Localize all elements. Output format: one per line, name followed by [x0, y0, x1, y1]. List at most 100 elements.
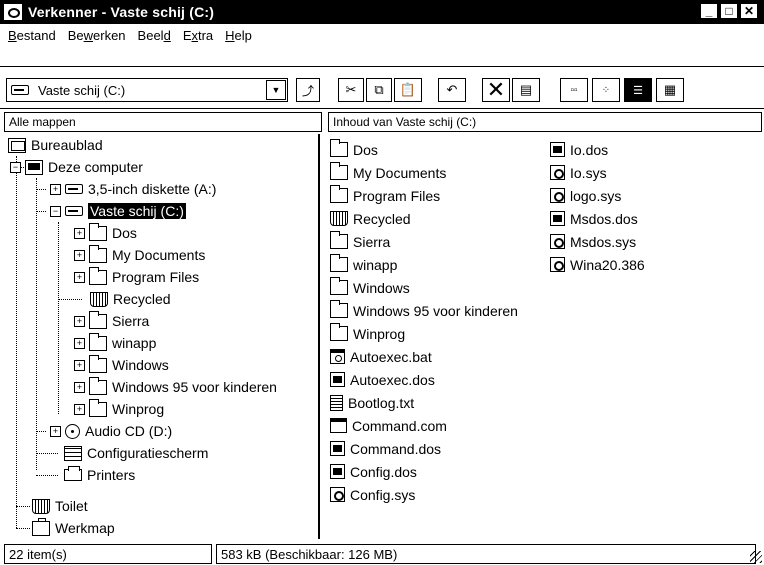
- menu-beeld[interactable]: Beeld: [138, 28, 171, 43]
- tree-item-dos[interactable]: + Dos: [74, 222, 137, 244]
- expand-icon[interactable]: +: [50, 425, 61, 437]
- file-item[interactable]: Wina20.386: [550, 253, 645, 276]
- up-one-level-button[interactable]: ⤴: [296, 78, 320, 102]
- expand-icon[interactable]: +: [74, 315, 85, 327]
- expand-icon[interactable]: +: [74, 337, 85, 349]
- file-label: Windows: [353, 279, 410, 296]
- system-file-icon: [550, 257, 565, 272]
- small-icons-button[interactable]: ⁘: [592, 78, 620, 102]
- file-item[interactable]: Autoexec.dos: [330, 368, 435, 391]
- file-item[interactable]: logo.sys: [550, 184, 621, 207]
- folder-icon: [89, 354, 107, 373]
- file-item[interactable]: Io.sys: [550, 161, 607, 184]
- menu-extra[interactable]: Extra: [183, 28, 213, 43]
- expand-icon[interactable]: +: [74, 271, 85, 283]
- resize-grip-icon[interactable]: [750, 551, 762, 563]
- tree-item-label: Audio CD (D:): [85, 423, 173, 439]
- tree-item-deze-computer[interactable]: − Deze computer: [10, 156, 143, 178]
- minimize-button[interactable]: _: [700, 3, 718, 19]
- properties-button[interactable]: ▤: [512, 78, 540, 102]
- file-item[interactable]: Winprog: [330, 322, 405, 345]
- tree-item-configuratiescherm[interactable]: Configuratiescherm: [64, 442, 208, 464]
- file-label: Io.sys: [570, 164, 607, 181]
- expand-icon[interactable]: +: [74, 403, 85, 415]
- file-item[interactable]: Bootlog.txt: [330, 391, 414, 414]
- tree-item-audio-cd-d[interactable]: + Audio CD (D:): [50, 420, 172, 442]
- tree-item-my-documents[interactable]: + My Documents: [74, 244, 205, 266]
- file-item[interactable]: winapp: [330, 253, 397, 276]
- large-icons-button[interactable]: ▫▫: [560, 78, 588, 102]
- file-item[interactable]: My Documents: [330, 161, 446, 184]
- close-button[interactable]: ✕: [740, 3, 758, 19]
- delete-button[interactable]: ✕: [482, 77, 510, 102]
- file-item[interactable]: Command.com: [330, 414, 447, 437]
- file-item[interactable]: Command.dos: [330, 437, 441, 460]
- file-item[interactable]: Config.dos: [330, 460, 417, 483]
- tree-item-winapp[interactable]: + winapp: [74, 332, 156, 354]
- list-view-button[interactable]: ☰: [624, 78, 652, 102]
- tree-item-winprog[interactable]: + Winprog: [74, 398, 164, 420]
- file-label: Autoexec.bat: [350, 348, 432, 365]
- folder-icon: [89, 310, 107, 329]
- file-item[interactable]: Msdos.dos: [550, 207, 638, 230]
- file-item[interactable]: Sierra: [330, 230, 390, 253]
- folder-icon: [330, 323, 348, 341]
- desktop-icon: [8, 137, 26, 153]
- collapse-icon[interactable]: −: [50, 205, 61, 217]
- drive-selector-value: Vaste schij (C:): [38, 82, 126, 98]
- expand-icon[interactable]: +: [74, 249, 85, 261]
- tree-item-werkmap[interactable]: Werkmap: [32, 517, 115, 539]
- file-item[interactable]: Autoexec.bat: [330, 345, 432, 368]
- tree-item-floppy-a[interactable]: + 3,5-inch diskette (A:): [50, 178, 216, 200]
- paste-button[interactable]: 📋: [394, 78, 422, 102]
- file-item[interactable]: Io.dos: [550, 138, 608, 161]
- folder-icon: [89, 222, 107, 241]
- undo-button[interactable]: ↶: [438, 78, 466, 102]
- tree-item-program-files[interactable]: + Program Files: [74, 266, 199, 288]
- details-icon: ▦: [663, 82, 677, 97]
- file-item[interactable]: Config.sys: [330, 483, 415, 506]
- tree-item-label: Sierra: [112, 313, 150, 329]
- menu-help[interactable]: Help: [225, 28, 252, 43]
- tree-item-vaste-schij-c[interactable]: − Vaste schij (C:): [50, 200, 186, 222]
- cd-icon: [65, 423, 80, 439]
- tree-item-printers[interactable]: Printers: [64, 464, 135, 486]
- file-item[interactable]: Msdos.sys: [550, 230, 636, 253]
- file-label: Bootlog.txt: [348, 394, 415, 411]
- expand-icon[interactable]: +: [74, 381, 85, 393]
- tree-item-bureaublad[interactable]: Bureaublad: [8, 134, 103, 156]
- folder-tree[interactable]: Bureaublad − Deze computer + 3,5-inch di…: [6, 134, 320, 539]
- expand-icon[interactable]: +: [74, 359, 85, 371]
- tree-item-windows[interactable]: + Windows: [74, 354, 169, 376]
- file-item[interactable]: Windows: [330, 276, 410, 299]
- file-label: Config.dos: [350, 463, 417, 480]
- dropdown-arrow-icon[interactable]: ▼: [266, 80, 286, 100]
- file-item[interactable]: Recycled: [330, 207, 411, 230]
- file-item[interactable]: Windows 95 voor kinderen: [330, 299, 518, 322]
- explorer-window: Verkenner - Vaste schij (C:) _ □ ✕ Besta…: [0, 0, 764, 565]
- maximize-button[interactable]: □: [720, 3, 738, 19]
- tree-item-toilet[interactable]: Toilet: [32, 495, 88, 517]
- system-file-icon: [550, 234, 565, 249]
- menu-bewerken[interactable]: Bewerken: [68, 28, 126, 43]
- title-bar[interactable]: Verkenner - Vaste schij (C:) _ □ ✕: [0, 0, 764, 24]
- cut-button[interactable]: ✂: [338, 78, 364, 102]
- tree-item-recycled[interactable]: Recycled: [90, 288, 171, 310]
- tree-item-windows-95-voor-kinderen[interactable]: + Windows 95 voor kinderen: [74, 376, 277, 398]
- expand-icon[interactable]: +: [50, 183, 61, 195]
- details-view-button[interactable]: ▦: [656, 78, 684, 102]
- folder-icon: [89, 244, 107, 263]
- menu-bar: Bestand Bewerken Beeld Extra Help: [0, 24, 764, 46]
- collapse-icon[interactable]: −: [10, 161, 21, 173]
- copy-button[interactable]: ⧉: [366, 78, 392, 102]
- expand-icon[interactable]: +: [74, 227, 85, 239]
- file-item[interactable]: Dos: [330, 138, 378, 161]
- file-item[interactable]: Program Files: [330, 184, 440, 207]
- drive-selector[interactable]: Vaste schij (C:) ▼: [6, 78, 288, 102]
- control-panel-icon: [64, 445, 82, 461]
- tree-item-sierra[interactable]: + Sierra: [74, 310, 149, 332]
- file-list[interactable]: Dos My Documents Program Files Recycled …: [326, 134, 764, 539]
- list-icon: ☰: [633, 84, 643, 97]
- floppy-icon: [65, 184, 83, 194]
- menu-bestand[interactable]: Bestand: [8, 28, 56, 43]
